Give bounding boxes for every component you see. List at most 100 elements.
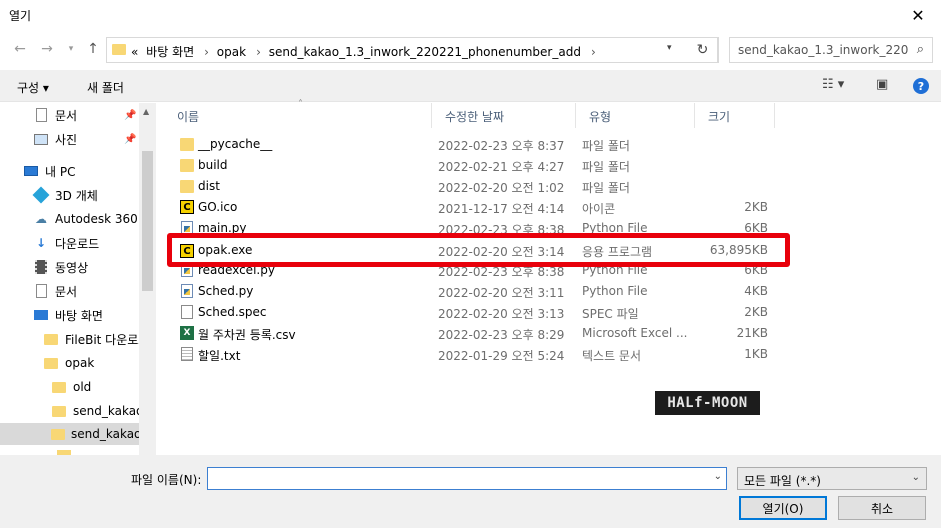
chevron-down-icon: ▾ (68, 44, 74, 54)
address-bar[interactable]: « 바탕 화면 › opak › send_kakao_1.3_inwork_220… (106, 37, 719, 63)
folder-icon (180, 179, 194, 193)
close-icon: ✕ (911, 5, 925, 25)
open-button[interactable]: 열기(O) (739, 496, 827, 520)
file-row[interactable]: dist 2022-02-20 오전 1:02 파일 폴더 (164, 176, 784, 197)
back-button[interactable]: ← (9, 38, 31, 60)
window-title: 열기 (9, 9, 32, 23)
download-icon: ↓ (35, 236, 47, 250)
scroll-up-icon[interactable]: ▲ (143, 107, 149, 116)
forward-button[interactable]: → (36, 38, 58, 60)
arrow-up-icon: ↑ (87, 41, 99, 57)
sidebar-item-documents[interactable]: 문서 (33, 280, 77, 302)
file-list: ˄ 이름 수정한 날짜 유형 크기 __pycache__ 2022-02-23… (164, 99, 941, 455)
folder-icon (51, 379, 67, 395)
sidebar-item-filebit[interactable]: FileBit 다운로드 (43, 328, 149, 350)
up-button[interactable]: ↑ (82, 38, 104, 60)
breadcrumb-overflow[interactable]: « (131, 45, 138, 59)
close-button[interactable]: ✕ (895, 0, 941, 30)
filename-input[interactable]: ⌄ (207, 467, 727, 490)
sidebar-item-send-kakao-b[interactable]: send_kakao_1 (0, 423, 155, 445)
column-header-date[interactable]: 수정한 날짜 (432, 103, 576, 128)
folder-icon (43, 331, 59, 347)
recent-locations-button[interactable]: ▾ (60, 38, 82, 60)
sidebar-scrollbar[interactable]: ▲ (139, 103, 156, 455)
sidebar-item-opak[interactable]: opak (43, 352, 94, 374)
navigation-pane: 문서 📌 사진 📌 내 PC 3D 개체 ☁ Autodesk 360 ↓ 다운… (0, 103, 156, 455)
folder-icon (112, 44, 126, 55)
new-folder-button[interactable]: 새 폴더 (87, 79, 124, 96)
folder-icon (180, 158, 194, 172)
folder-icon (51, 403, 67, 419)
breadcrumb: « 바탕 화면 › opak › send_kakao_1.3_inwork_220… (131, 43, 600, 60)
file-row[interactable]: Sched.py 2022-02-20 오전 3:11 Python File … (164, 281, 784, 302)
address-dropdown-icon[interactable]: ▾ (667, 43, 672, 53)
chevron-right-icon: › (590, 45, 596, 59)
app-icon: C (180, 200, 194, 214)
pin-icon: 📌 (124, 109, 137, 121)
highlight-box: C opak.exe 2022-02-20 오전 3:14 응용 프로그램 63… (167, 233, 790, 267)
sidebar-item-documents-pinned[interactable]: 문서 📌 (33, 104, 139, 126)
text-file-icon (180, 347, 194, 361)
folder-icon (180, 137, 194, 151)
watermark-logo: HALf-MOON (655, 391, 760, 415)
sidebar-item-autodesk-360[interactable]: ☁ Autodesk 360 (33, 208, 138, 230)
pc-icon (23, 163, 39, 179)
scrollbar-thumb[interactable] (142, 151, 153, 291)
breadcrumb-opak[interactable]: opak (217, 45, 246, 59)
video-icon (33, 259, 49, 275)
sidebar-item-3d-objects[interactable]: 3D 개체 (32, 184, 98, 206)
sidebar-item-videos[interactable]: 동영상 (33, 256, 88, 278)
search-icon: ⌕ (916, 42, 924, 57)
refresh-button[interactable]: ↻ (688, 37, 718, 63)
python-file-icon (180, 284, 194, 298)
sidebar-item-this-pc[interactable]: 내 PC (23, 160, 75, 182)
file-row[interactable]: Sched.spec 2022-02-20 오전 3:13 SPEC 파일 2K… (164, 302, 784, 323)
filetype-value: 모든 파일 (*.*) (744, 474, 821, 488)
blank-file-icon (180, 305, 194, 319)
cancel-button[interactable]: 취소 (838, 496, 926, 520)
preview-pane-icon[interactable]: ▣ (876, 77, 888, 92)
dialog-footer: 파일 이름(N): ⌄ 모든 파일 (*.*) ⌄ 열기(O) 취소 (0, 455, 941, 528)
filetype-select[interactable]: 모든 파일 (*.*) ⌄ (737, 467, 927, 490)
navigation-bar: ← → ▾ ↑ « 바탕 화면 › opak › send_kakao_1.3_in… (0, 30, 941, 70)
app-icon: C (180, 244, 194, 258)
view-options-icon[interactable]: ☷ ▾ (822, 77, 844, 92)
column-header-name[interactable]: ˄ 이름 (164, 99, 432, 128)
pin-icon: 📌 (124, 133, 137, 145)
3d-objects-icon (32, 186, 50, 204)
chevron-down-icon: ⌄ (911, 472, 920, 483)
help-icon[interactable]: ? (913, 78, 929, 94)
excel-file-icon: X (180, 326, 194, 340)
sidebar-item-old[interactable]: old (51, 376, 91, 398)
folder-icon (43, 355, 59, 371)
file-row[interactable]: X 월 주차권 등록.csv 2022-02-23 오후 8:29 Micros… (164, 323, 784, 344)
filename-label: 파일 이름(N): (131, 473, 202, 487)
organize-button[interactable]: 구성 ▾ (17, 79, 49, 96)
file-row[interactable]: __pycache__ 2022-02-23 오후 8:37 파일 폴더 (164, 134, 784, 155)
breadcrumb-desktop[interactable]: 바탕 화면 (146, 45, 194, 59)
sidebar-item-pictures[interactable]: 사진 📌 (33, 128, 139, 150)
desktop-icon (33, 307, 49, 323)
column-header-type[interactable]: 유형 (576, 103, 695, 128)
document-icon (33, 283, 49, 299)
toolbar: 구성 ▾ 새 폴더 ☷ ▾ ▣ ? (0, 70, 941, 102)
chevron-right-icon: › (256, 45, 261, 59)
document-icon (33, 107, 49, 123)
chevron-right-icon: › (204, 45, 209, 59)
sort-ascending-icon: ˄ (298, 99, 303, 110)
sidebar-item-desktop[interactable]: 바탕 화면 (33, 304, 103, 326)
folder-icon (51, 426, 65, 442)
breadcrumb-current[interactable]: send_kakao_1.3_inwork_220221_phonenumber… (269, 45, 581, 59)
file-row[interactable]: C GO.ico 2021-12-17 오전 4:14 아이콘 2KB (164, 197, 784, 218)
refresh-icon: ↻ (696, 42, 709, 58)
file-row[interactable]: 할일.txt 2022-01-29 오전 5:24 텍스트 문서 1KB (164, 344, 784, 365)
cloud-icon: ☁ (35, 212, 47, 226)
picture-icon (33, 131, 49, 147)
sidebar-item-downloads[interactable]: ↓ 다운로드 (33, 232, 99, 254)
chevron-down-icon[interactable]: ⌄ (714, 471, 722, 482)
search-box[interactable]: send_kakao_1.3_inwork_2202... ⌕ (729, 37, 933, 63)
column-header-size[interactable]: 크기 (695, 103, 775, 128)
title-bar: 열기 ✕ (0, 0, 941, 30)
file-row[interactable]: build 2022-02-21 오후 4:27 파일 폴더 (164, 155, 784, 176)
file-row-highlighted[interactable]: C opak.exe 2022-02-20 오전 3:14 응용 프로그램 63… (172, 243, 787, 264)
